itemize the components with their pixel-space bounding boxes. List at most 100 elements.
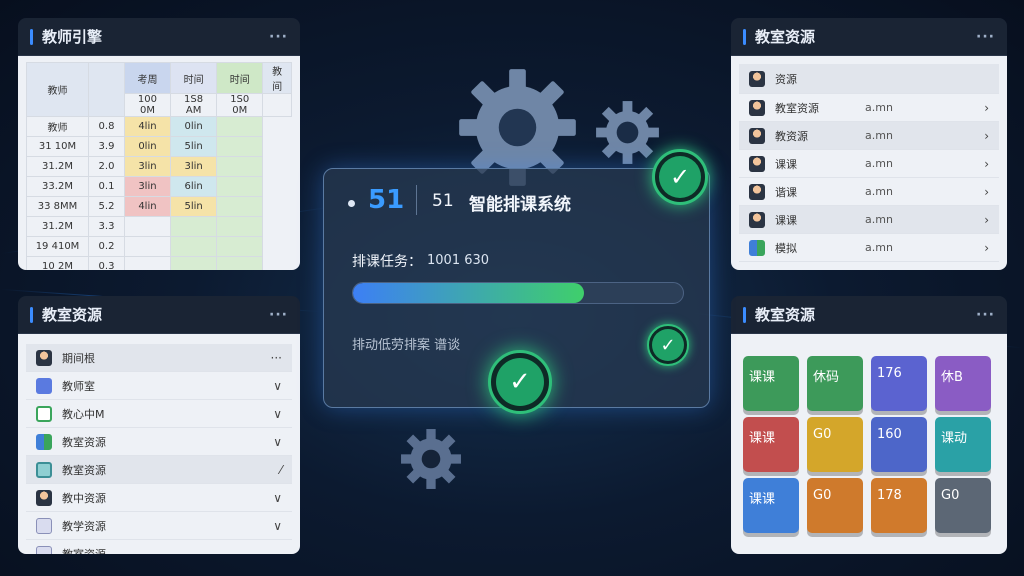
list-header-label: 资源 bbox=[775, 72, 797, 86]
list-item[interactable]: 教室资源 ⁄ bbox=[26, 456, 292, 484]
cell: 3.9 bbox=[88, 136, 125, 157]
item-label: 教学资源 bbox=[62, 519, 106, 533]
list-item[interactable]: 期间根 ··· bbox=[26, 344, 292, 372]
tiles-body: 课课 休码 176 休B 课课 G0 160 课动 课课 G0 178 G0 bbox=[731, 334, 1007, 554]
progress-bar bbox=[352, 282, 684, 304]
column-subheader: 1S0 0M bbox=[216, 93, 264, 117]
room-icon bbox=[36, 405, 52, 422]
person-icon bbox=[749, 99, 765, 116]
table-row[interactable]: 19 410M 0.2 bbox=[26, 236, 292, 257]
chevron-down-icon[interactable]: ∨ bbox=[273, 491, 282, 505]
doc-icon bbox=[36, 545, 52, 554]
list-item[interactable]: 教室资源 ∨ bbox=[26, 428, 292, 456]
cell: 33.2M bbox=[26, 176, 89, 197]
cell: 0lin bbox=[124, 136, 171, 157]
accent-bar bbox=[30, 306, 33, 323]
list-item[interactable]: 教师室 ∨ bbox=[26, 372, 292, 400]
more-icon[interactable]: ··· bbox=[269, 307, 288, 323]
board-icon bbox=[36, 461, 52, 478]
list-item[interactable]: 教室资源 a.mn › bbox=[739, 94, 999, 122]
panel-header: 教师引擎 ··· bbox=[18, 18, 300, 56]
accent-bar bbox=[743, 306, 746, 323]
chevron-right-icon[interactable]: › bbox=[984, 157, 989, 171]
cell bbox=[216, 256, 264, 270]
chevron-right-icon[interactable]: › bbox=[984, 185, 989, 199]
chevron-right-icon[interactable]: › bbox=[984, 241, 989, 255]
item-value: a.mn bbox=[865, 129, 893, 142]
item-label: 期间根 bbox=[62, 351, 95, 365]
cell: 6lin bbox=[169, 176, 218, 197]
table-row[interactable]: 31.2M 3.3 bbox=[26, 216, 292, 237]
list-item[interactable]: 模拟 a.mn › bbox=[739, 234, 999, 262]
table-row[interactable]: 31.2M 2.0 3lin 3lin bbox=[26, 156, 292, 177]
class-tile[interactable]: 休码 bbox=[807, 356, 863, 411]
cell: 3.3 bbox=[88, 216, 125, 237]
cell: 5lin bbox=[169, 196, 218, 217]
chevron-down-icon[interactable]: ∨ bbox=[273, 407, 282, 421]
chevron-right-icon[interactable]: › bbox=[984, 101, 989, 115]
cell bbox=[169, 216, 218, 237]
edit-icon[interactable]: ⁄ bbox=[280, 463, 282, 477]
class-tile[interactable]: 课课 bbox=[743, 478, 799, 533]
list-item[interactable]: 教中资源 ∨ bbox=[26, 484, 292, 512]
cell: 0.3 bbox=[88, 256, 125, 270]
divider bbox=[416, 185, 417, 215]
class-tile[interactable]: 课课 bbox=[743, 417, 799, 472]
list-item[interactable]: 教室资源 bbox=[26, 540, 292, 554]
check-icon: ✓ bbox=[488, 350, 552, 414]
table-row[interactable]: 10 2M 0.3 bbox=[26, 256, 292, 270]
list-header: 资源 bbox=[739, 64, 999, 94]
more-icon[interactable]: ··· bbox=[976, 307, 995, 323]
title-number: 51 bbox=[432, 191, 454, 211]
right-resources-panel: 教室资源 ··· 资源 教室资源 a.mn › 教资源 a.mn › 课课 a.… bbox=[731, 18, 1007, 270]
tiles-panel: 教室资源 ··· 课课 休码 176 休B 课课 G0 160 课动 课课 G0 178 G0 bbox=[731, 296, 1007, 554]
list-item[interactable]: 课课 a.mn › bbox=[739, 206, 999, 234]
class-tile[interactable]: 课动 bbox=[935, 417, 991, 472]
resource-list: 资源 教室资源 a.mn › 教资源 a.mn › 课课 a.mn › 谐课 a… bbox=[731, 56, 1007, 270]
cell bbox=[169, 236, 218, 257]
class-tile[interactable]: G0 bbox=[807, 478, 863, 533]
cell bbox=[124, 256, 171, 270]
class-tile[interactable]: 160 bbox=[871, 417, 927, 472]
cell: 5.2 bbox=[88, 196, 125, 217]
column-header: 时间 bbox=[169, 62, 218, 94]
table-row[interactable]: 33 8MM 5.2 4lin 5lin bbox=[26, 196, 292, 217]
doc-icon bbox=[36, 517, 52, 534]
more-icon[interactable]: ··· bbox=[271, 351, 282, 365]
panel-title: 教师引擎 bbox=[42, 28, 103, 46]
item-label: 教师室 bbox=[62, 379, 95, 393]
cell: 10 2M bbox=[26, 256, 89, 270]
tile-grid: 课课 休码 176 休B 课课 G0 160 课动 课课 G0 178 G0 bbox=[731, 334, 1007, 554]
chevron-right-icon[interactable]: › bbox=[984, 213, 989, 227]
class-tile[interactable]: 课课 bbox=[743, 356, 799, 411]
item-label: 教室资源 bbox=[62, 547, 106, 555]
list-item[interactable]: 教心中M ∨ bbox=[26, 400, 292, 428]
more-icon[interactable]: ··· bbox=[269, 29, 288, 45]
list-item[interactable]: 谐课 a.mn › bbox=[739, 178, 999, 206]
list-item[interactable]: 教资源 a.mn › bbox=[739, 122, 999, 150]
chevron-down-icon[interactable]: ∨ bbox=[273, 435, 282, 449]
table-row[interactable]: 教师 0.8 4lin 0lin bbox=[26, 116, 292, 137]
chevron-right-icon[interactable]: › bbox=[984, 129, 989, 143]
person-icon bbox=[749, 127, 765, 144]
schedule-table: 教师 考周 时间 时间 教间 100 0M 1S8 AM 1S0 0M 教师 0… bbox=[26, 62, 292, 270]
class-tile[interactable]: G0 bbox=[807, 417, 863, 472]
list-item[interactable]: 教学资源 ∨ bbox=[26, 512, 292, 540]
more-icon[interactable]: ··· bbox=[976, 29, 995, 45]
accent-bar bbox=[30, 28, 33, 45]
class-tile[interactable]: 休B bbox=[935, 356, 991, 411]
cell bbox=[124, 216, 171, 237]
item-label: 谐课 bbox=[775, 185, 797, 199]
class-tile[interactable]: G0 bbox=[935, 478, 991, 533]
table-header-row: 教师 考周 时间 时间 教间 bbox=[26, 62, 292, 117]
table-row[interactable]: 33.2M 0.1 3lin 6lin bbox=[26, 176, 292, 197]
class-tile[interactable]: 176 bbox=[871, 356, 927, 411]
table-row[interactable]: 31 10M 3.9 0lin 5lin bbox=[26, 136, 292, 157]
cell bbox=[216, 136, 264, 157]
cell: 31.2M bbox=[26, 216, 89, 237]
chevron-down-icon[interactable]: ∨ bbox=[273, 519, 282, 533]
cell: 0lin bbox=[169, 116, 218, 137]
chevron-down-icon[interactable]: ∨ bbox=[273, 379, 282, 393]
list-item[interactable]: 课课 a.mn › bbox=[739, 150, 999, 178]
class-tile[interactable]: 178 bbox=[871, 478, 927, 533]
